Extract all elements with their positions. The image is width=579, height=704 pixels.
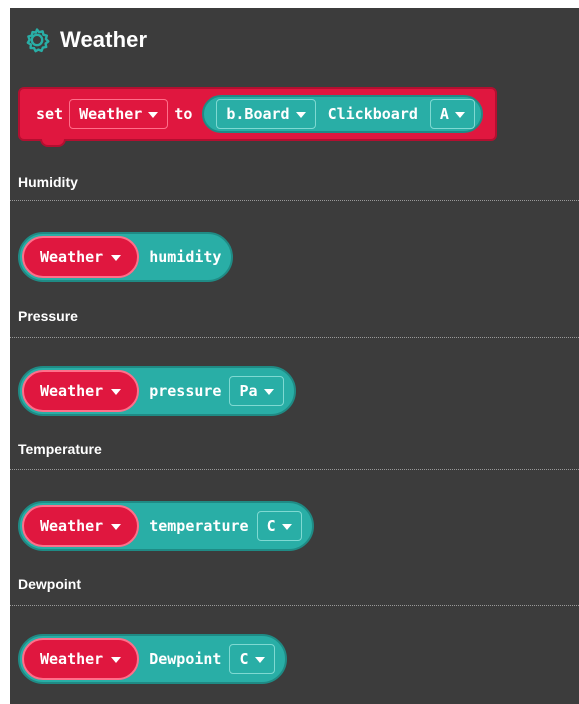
set-weather-block[interactable]: set Weather to b.Board Clickboard A [18, 87, 497, 141]
variable-dropdown-label: Weather [79, 105, 143, 123]
caret-down-icon [148, 111, 159, 118]
unit-dropdown-label: C [266, 517, 276, 535]
category-header: Weather [24, 24, 147, 56]
caret-down-icon [111, 254, 122, 261]
section-divider [10, 469, 579, 470]
temperature-block[interactable]: Weather temperature C [18, 501, 314, 551]
section-label-pressure: Pressure [18, 308, 78, 324]
unit-dropdown-label: C [239, 650, 249, 668]
caret-down-icon [254, 656, 265, 663]
category-title: Weather [60, 27, 148, 52]
field-label-temperature: temperature [149, 517, 249, 535]
clickboard-label: Clickboard [327, 105, 418, 123]
unit-dropdown[interactable]: C [229, 644, 275, 674]
board-dropdown[interactable]: b.Board [216, 99, 316, 129]
caret-down-icon [111, 388, 122, 395]
unit-dropdown-label: Pa [239, 382, 258, 400]
board-dropdown-label: b.Board [226, 105, 290, 123]
variable-dropdown[interactable]: Weather [22, 505, 140, 547]
section-divider [10, 337, 579, 338]
humidity-block[interactable]: Weather humidity [18, 232, 234, 282]
variable-dropdown-label: Weather [40, 248, 104, 266]
section-divider [10, 200, 579, 201]
field-label-humidity: humidity [149, 248, 222, 266]
variable-dropdown[interactable]: Weather [22, 370, 140, 412]
caret-down-icon [295, 111, 306, 118]
variable-dropdown[interactable]: Weather [69, 99, 169, 129]
variable-dropdown-label: Weather [40, 382, 104, 400]
section-divider [10, 605, 579, 606]
set-keyword: set [36, 105, 64, 123]
variable-dropdown[interactable]: Weather [22, 236, 140, 278]
dewpoint-block[interactable]: Weather Dewpoint C [18, 634, 287, 684]
caret-down-icon [111, 523, 122, 530]
block-connector-notch [40, 139, 66, 147]
to-keyword: to [174, 105, 193, 123]
variable-dropdown-label: Weather [40, 650, 104, 668]
slot-dropdown[interactable]: A [429, 99, 475, 129]
section-label-temperature: Temperature [18, 441, 102, 457]
section-label-dewpoint: Dewpoint [18, 576, 81, 592]
gear-icon [26, 28, 50, 53]
caret-down-icon [454, 111, 465, 118]
slot-dropdown-label: A [439, 105, 449, 123]
variable-dropdown-label: Weather [40, 517, 104, 535]
field-label-dewpoint: Dewpoint [149, 650, 222, 668]
caret-down-icon [281, 523, 292, 530]
field-label-pressure: pressure [149, 382, 222, 400]
unit-dropdown[interactable]: Pa [229, 376, 284, 406]
caret-down-icon [111, 656, 122, 663]
variable-dropdown[interactable]: Weather [22, 638, 140, 680]
pressure-block[interactable]: Weather pressure Pa [18, 366, 296, 416]
unit-dropdown[interactable]: C [256, 511, 302, 541]
weather-toolbox-panel: Weather set Weather to b.Board Clickboar… [10, 8, 579, 704]
clickboard-block[interactable]: b.Board Clickboard A [202, 95, 483, 133]
caret-down-icon [263, 388, 274, 395]
section-label-humidity: Humidity [18, 174, 78, 190]
